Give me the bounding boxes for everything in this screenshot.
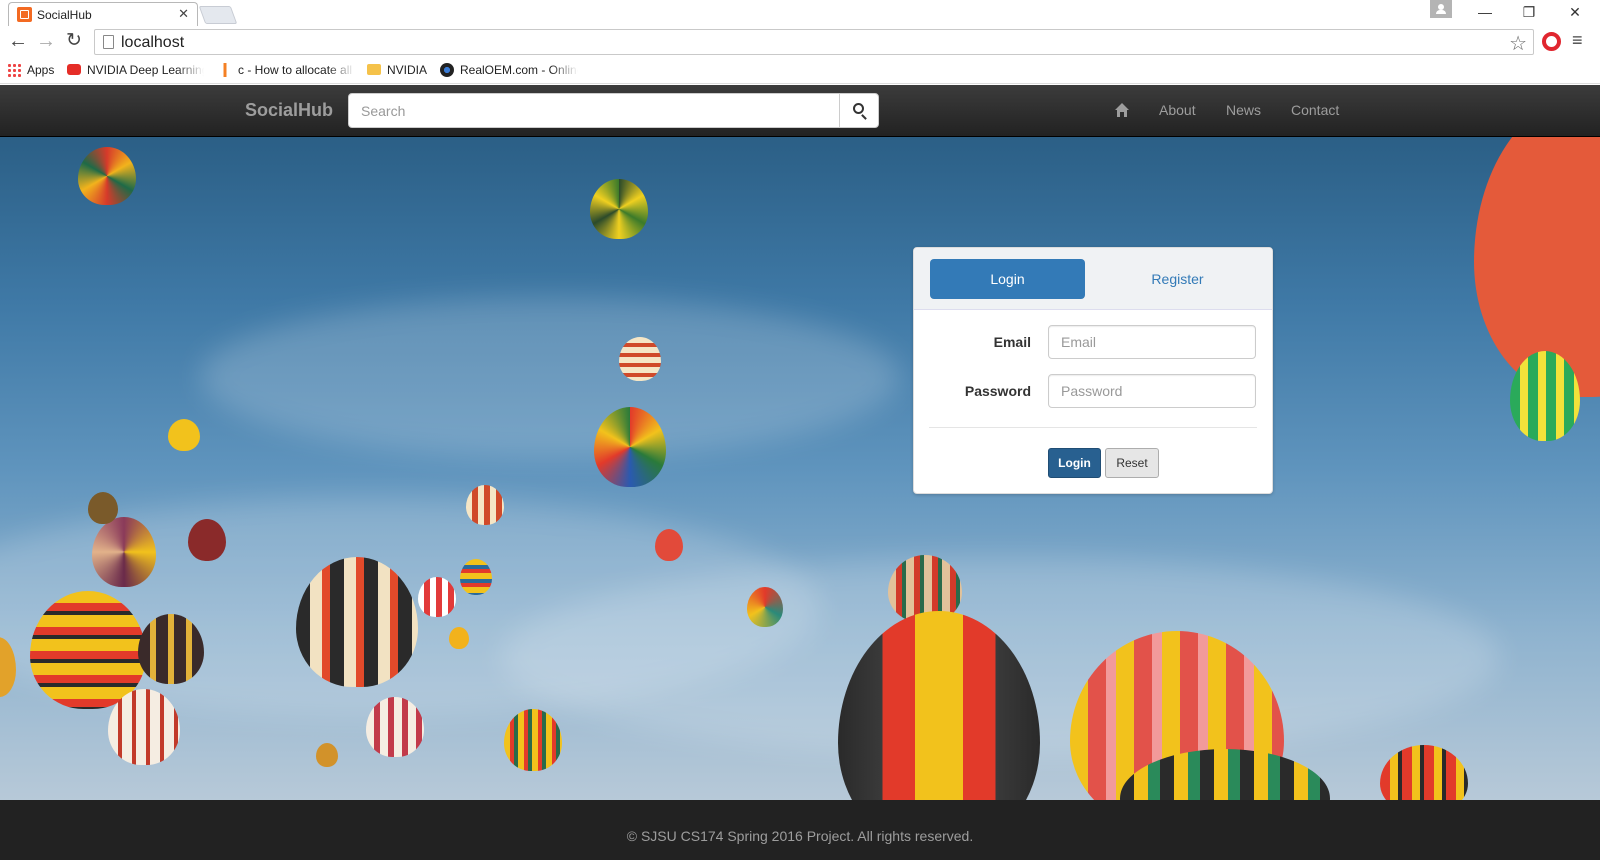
email-label: Email bbox=[993, 334, 1031, 350]
bookmark-label: Apps bbox=[27, 63, 55, 77]
nav-link-news[interactable]: News bbox=[1226, 102, 1261, 118]
balloon bbox=[449, 627, 469, 649]
balloon bbox=[108, 689, 180, 765]
balloon bbox=[466, 485, 504, 525]
balloon bbox=[418, 577, 456, 617]
balloon bbox=[1510, 351, 1580, 441]
browser-menu-icon[interactable]: ≡ bbox=[1572, 30, 1583, 51]
profile-icon[interactable] bbox=[1430, 0, 1452, 18]
site-navbar: SocialHub About News Contact bbox=[0, 85, 1600, 137]
tab-title: SocialHub bbox=[37, 8, 92, 22]
browser-tabstrip: SocialHub ✕ — ❐ ✕ bbox=[0, 0, 1600, 26]
bookmark-label: c - How to allocate all bbox=[238, 63, 353, 77]
tab-register[interactable]: Register bbox=[1100, 259, 1255, 299]
browser-tab[interactable]: SocialHub ✕ bbox=[8, 2, 198, 26]
tab-login[interactable]: Login bbox=[930, 259, 1085, 299]
nav-link-about[interactable]: About bbox=[1159, 102, 1196, 118]
cloud bbox=[200, 297, 900, 457]
balloon bbox=[619, 337, 661, 381]
bookmark-label: NVIDIA bbox=[387, 63, 428, 77]
bookmark-nvidia-folder[interactable]: NVIDIA bbox=[367, 63, 433, 79]
bookmark-stackoverflow[interactable]: c - How to allocate all bbox=[218, 63, 355, 79]
bookmarks-bar: Apps NVIDIA Deep Learning c - How to all… bbox=[0, 58, 1600, 84]
opera-extension-icon[interactable] bbox=[1542, 32, 1561, 51]
browser-toolbar: ← → ↻ localhost ☆ ≡ bbox=[0, 26, 1600, 58]
password-field[interactable] bbox=[1048, 374, 1256, 408]
bookmark-star-icon[interactable]: ☆ bbox=[1509, 31, 1527, 56]
back-arrow-icon[interactable]: ← bbox=[6, 30, 30, 54]
balloon bbox=[655, 529, 683, 561]
bmw-icon bbox=[440, 63, 454, 77]
youtube-icon bbox=[67, 64, 81, 75]
forward-arrow-icon[interactable]: → bbox=[34, 30, 58, 54]
balloon bbox=[78, 147, 136, 205]
balloon bbox=[1380, 745, 1468, 800]
folder-icon bbox=[367, 64, 381, 75]
balloon bbox=[594, 407, 666, 487]
close-window-button[interactable]: ✕ bbox=[1555, 1, 1595, 23]
search-button[interactable] bbox=[839, 93, 879, 128]
balloon bbox=[316, 743, 338, 767]
home-icon[interactable] bbox=[1114, 102, 1130, 118]
site-footer: © SJSU CS174 Spring 2016 Project. All ri… bbox=[0, 800, 1600, 860]
balloon bbox=[366, 697, 424, 757]
search-icon bbox=[853, 103, 864, 114]
balloon bbox=[296, 557, 418, 687]
email-field[interactable] bbox=[1048, 325, 1256, 359]
nav-link-contact[interactable]: Contact bbox=[1291, 102, 1339, 118]
form-divider bbox=[929, 427, 1257, 428]
login-panel-tabs: Login Register bbox=[914, 248, 1272, 310]
balloon bbox=[188, 519, 226, 561]
bookmark-apps[interactable]: Apps bbox=[7, 63, 62, 79]
new-tab-button[interactable] bbox=[198, 6, 238, 24]
balloon bbox=[460, 559, 492, 595]
reload-icon[interactable]: ↻ bbox=[62, 30, 86, 54]
brand-logo[interactable]: SocialHub bbox=[245, 100, 333, 121]
bookmark-nvidia-deep-learning[interactable]: NVIDIA Deep Learning bbox=[67, 63, 204, 79]
minimize-button[interactable]: — bbox=[1465, 1, 1505, 23]
balloon bbox=[138, 614, 204, 684]
address-bar[interactable]: localhost ☆ bbox=[94, 29, 1534, 55]
balloon bbox=[590, 179, 648, 239]
reset-button[interactable]: Reset bbox=[1105, 448, 1159, 478]
site-favicon-icon bbox=[17, 7, 32, 22]
balloon bbox=[747, 587, 783, 627]
balloon bbox=[92, 517, 156, 587]
balloon bbox=[504, 709, 562, 771]
hero-background-image bbox=[0, 137, 1600, 800]
bookmark-label: NVIDIA Deep Learning bbox=[87, 63, 204, 77]
page-icon bbox=[103, 35, 114, 49]
balloon bbox=[168, 419, 200, 451]
login-panel: Login Register Email Password Login Rese… bbox=[913, 247, 1273, 494]
stackoverflow-icon bbox=[218, 63, 232, 77]
bookmark-label: RealOEM.com - Online bbox=[460, 63, 578, 77]
copyright-text: © SJSU CS174 Spring 2016 Project. All ri… bbox=[626, 828, 974, 844]
bookmark-realoem[interactable]: RealOEM.com - Online bbox=[440, 63, 578, 79]
apps-grid-icon bbox=[7, 63, 21, 77]
url-text[interactable]: localhost bbox=[121, 34, 184, 52]
search-input[interactable] bbox=[348, 93, 840, 128]
maximize-button[interactable]: ❐ bbox=[1509, 1, 1549, 23]
login-button[interactable]: Login bbox=[1048, 448, 1101, 478]
balloon bbox=[88, 492, 118, 524]
password-label: Password bbox=[964, 383, 1031, 399]
balloon bbox=[30, 591, 146, 709]
close-tab-icon[interactable]: ✕ bbox=[178, 6, 189, 22]
